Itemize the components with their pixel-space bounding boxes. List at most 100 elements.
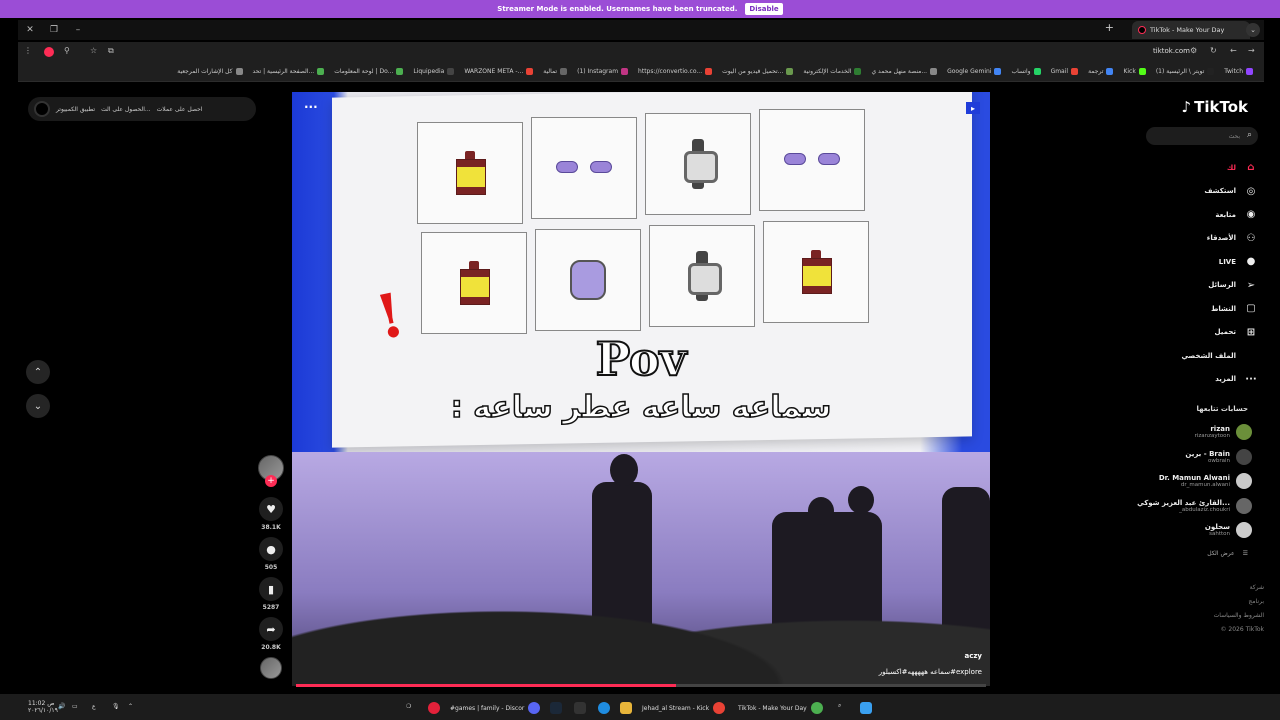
start-icon[interactable] (860, 702, 872, 714)
bookmark-item[interactable]: Twitch (1219, 68, 1258, 75)
follow-plus-icon[interactable]: + (265, 475, 277, 487)
tiktok-logo[interactable]: ♪ TikTok (1182, 98, 1248, 116)
reload-icon[interactable]: ↻ (1210, 46, 1217, 55)
bookmark-item[interactable]: الخدمات الإلكترونية (798, 68, 866, 75)
opera-taskbar-icon[interactable] (428, 702, 440, 714)
live-icon: ● (1246, 256, 1256, 268)
next-video-button[interactable]: ⌄ (26, 394, 50, 418)
minimize-window-icon[interactable]: – (68, 20, 88, 40)
followed-account[interactable]: برين - Brain owbrain (1185, 448, 1252, 465)
sound-avatar[interactable] (260, 657, 282, 679)
bookmark-item[interactable]: واتساب (1006, 68, 1045, 75)
search-taskbar-icon[interactable]: ⌕ (838, 702, 841, 710)
account-name: rizan (1210, 425, 1230, 433)
footer-link[interactable]: شركة (1250, 584, 1264, 591)
new-tab-button[interactable]: + (1105, 21, 1114, 34)
address-bar[interactable]: tiktok.com (1153, 47, 1190, 55)
bookmark-item[interactable]: Liquipedia (408, 68, 459, 75)
sidebar-item[interactable]: تحميل ⊞ (1138, 321, 1258, 345)
terminal-taskbar-icon[interactable] (574, 702, 586, 714)
sidebar-item[interactable]: لك ⌂ (1138, 156, 1258, 180)
video-progress-bar[interactable] (296, 684, 986, 687)
edge-taskbar-icon[interactable] (598, 702, 610, 714)
heart-icon: ♥ (266, 502, 276, 516)
previous-video-button[interactable]: ⌃ (26, 360, 50, 384)
taskview-icon[interactable]: ❍ (406, 703, 411, 710)
close-window-icon[interactable]: ✕ (20, 20, 40, 40)
bookmark-item[interactable]: Kick (1118, 68, 1150, 75)
footer-link[interactable]: برنامج (1248, 598, 1264, 605)
bookmark-item[interactable]: Google Gemini (942, 68, 1006, 75)
followed-account[interactable]: Dr. Mamun Alwani dr_mamun.alwani (1159, 473, 1252, 489)
toggle-icon[interactable] (34, 101, 50, 117)
bookmark-item[interactable]: Gmail (1046, 68, 1084, 75)
search-placeholder: بحث (1228, 132, 1240, 140)
forward-icon[interactable]: → (1248, 46, 1255, 55)
search-input[interactable]: بحث ⌕ (1146, 127, 1258, 145)
sidebar-item[interactable]: الرسائل ➢ (1138, 274, 1258, 298)
sidebar-item-label: الرسائل (1208, 281, 1236, 290)
followed-account[interactable]: القارئ عبد العزيز شوكي... _abdulaziz.chou… (1137, 497, 1252, 514)
followed-account[interactable]: سحلون sahtton (1205, 522, 1252, 538)
search-icon[interactable]: ⌕ (1247, 130, 1252, 140)
like-button[interactable]: ♥ (259, 497, 283, 521)
cast-icon[interactable]: ▸ (966, 102, 980, 114)
menu-dots-icon[interactable]: ⋮ (24, 46, 32, 55)
volume-icon[interactable]: 🔊 (58, 703, 65, 710)
tray-chevron-icon[interactable]: ⌃ (128, 703, 133, 710)
desktop-app-link[interactable]: تطبيق الكمبيوتر (56, 106, 95, 113)
mic-icon[interactable]: 🎙 (112, 703, 120, 710)
bookmark-item[interactable]: ترجمة (1083, 68, 1118, 75)
sidebar-item[interactable]: LIVE ● (1138, 250, 1258, 274)
restore-window-icon[interactable]: ❐ (44, 20, 64, 40)
bookmark-label: ترجمة (1088, 68, 1104, 75)
video-username[interactable]: aczy (964, 652, 982, 660)
disable-streamer-button[interactable]: Disable (745, 3, 783, 15)
followed-account[interactable]: rizan rizanzaytoon (1195, 424, 1252, 440)
comment-button[interactable]: ● (259, 537, 283, 561)
see-all-link[interactable]: عرض الكل ☰ (1207, 550, 1248, 557)
monitor-icon[interactable]: ▭ (72, 703, 78, 710)
save-button[interactable]: ▮ (259, 577, 283, 601)
folder-taskbar-icon[interactable] (620, 702, 632, 714)
bookmark-item[interactable]: تمالية (538, 68, 572, 75)
footer-link[interactable]: الشروط والسياسات (1214, 612, 1264, 619)
sidebar-item[interactable]: الأصدقاء ⚇ (1138, 227, 1258, 251)
bookmark-item[interactable]: منصة منهل محمد ي... (866, 68, 942, 75)
bookmark-item[interactable]: (1) تويتر \ الرئيسية (1151, 68, 1219, 75)
sidebar-item[interactable]: الملف الشخصي (1138, 344, 1258, 368)
bookmark-item[interactable]: الصفحة الرئيسية | تحد... (248, 68, 330, 75)
get-coins-link[interactable]: احصل على عملات (157, 106, 203, 113)
clock-time: 11:02 ص (28, 700, 55, 707)
site-info-icon[interactable]: ⚙ (1190, 46, 1197, 55)
video-player[interactable]: ! Pov سماعه ساعه عطر ساعه : ··· ▸ aczy س… (292, 92, 990, 686)
sidebar-item[interactable]: استكشف ◎ (1138, 180, 1258, 204)
streamer-banner-text: Streamer Mode is enabled. Usernames have… (497, 5, 738, 13)
share-icon[interactable]: ⧉ (108, 46, 114, 56)
back-icon[interactable]: ← (1230, 46, 1237, 55)
share-button[interactable]: ➦ (259, 617, 283, 641)
bookmark-item[interactable]: (1) Instagram (572, 68, 633, 75)
language-icon[interactable]: ع (92, 703, 96, 710)
taskbar-app-kick[interactable]: Jehad_al Stream - Kick (642, 702, 726, 714)
taskbar-app-discord[interactable]: #games | family - Discor (450, 702, 541, 714)
bookmark-item[interactable]: كل الإشارات المرجعية (172, 68, 247, 75)
bookmark-item[interactable]: لوحة المعلومات | Do... (329, 68, 408, 75)
tab-search-icon[interactable]: ⌄ (1246, 23, 1260, 37)
taskbar-app-tiktok[interactable]: TikTok - Make Your Day (738, 702, 823, 714)
sidebar-item[interactable]: النشاط ▢ (1138, 297, 1258, 321)
video-more-icon[interactable]: ··· (304, 100, 318, 114)
bookmark-item[interactable]: تحميل فيديو من اليوت... (717, 68, 798, 75)
bookmark-item[interactable]: https://convertio.co... (633, 68, 717, 75)
sidebar-item[interactable]: المزيد ··· (1138, 368, 1258, 392)
sidebar-item[interactable]: متابعة ◉ (1138, 203, 1258, 227)
bookmark-favicon-icon (1071, 68, 1079, 75)
bookmark-item[interactable]: WARZONE META -... (459, 68, 538, 75)
footer-link[interactable]: © 2026 TikTok (1221, 626, 1265, 633)
tab-tiktok[interactable]: TikTok - Make Your Day (1132, 21, 1250, 39)
bookmark-star-icon[interactable]: ☆ (90, 46, 97, 55)
get-app-link[interactable]: الحصول على الت... (101, 106, 151, 113)
extensions-icon[interactable]: ⚲ (64, 46, 70, 55)
profile-icon[interactable] (44, 47, 54, 57)
steam-taskbar-icon[interactable] (550, 702, 562, 714)
